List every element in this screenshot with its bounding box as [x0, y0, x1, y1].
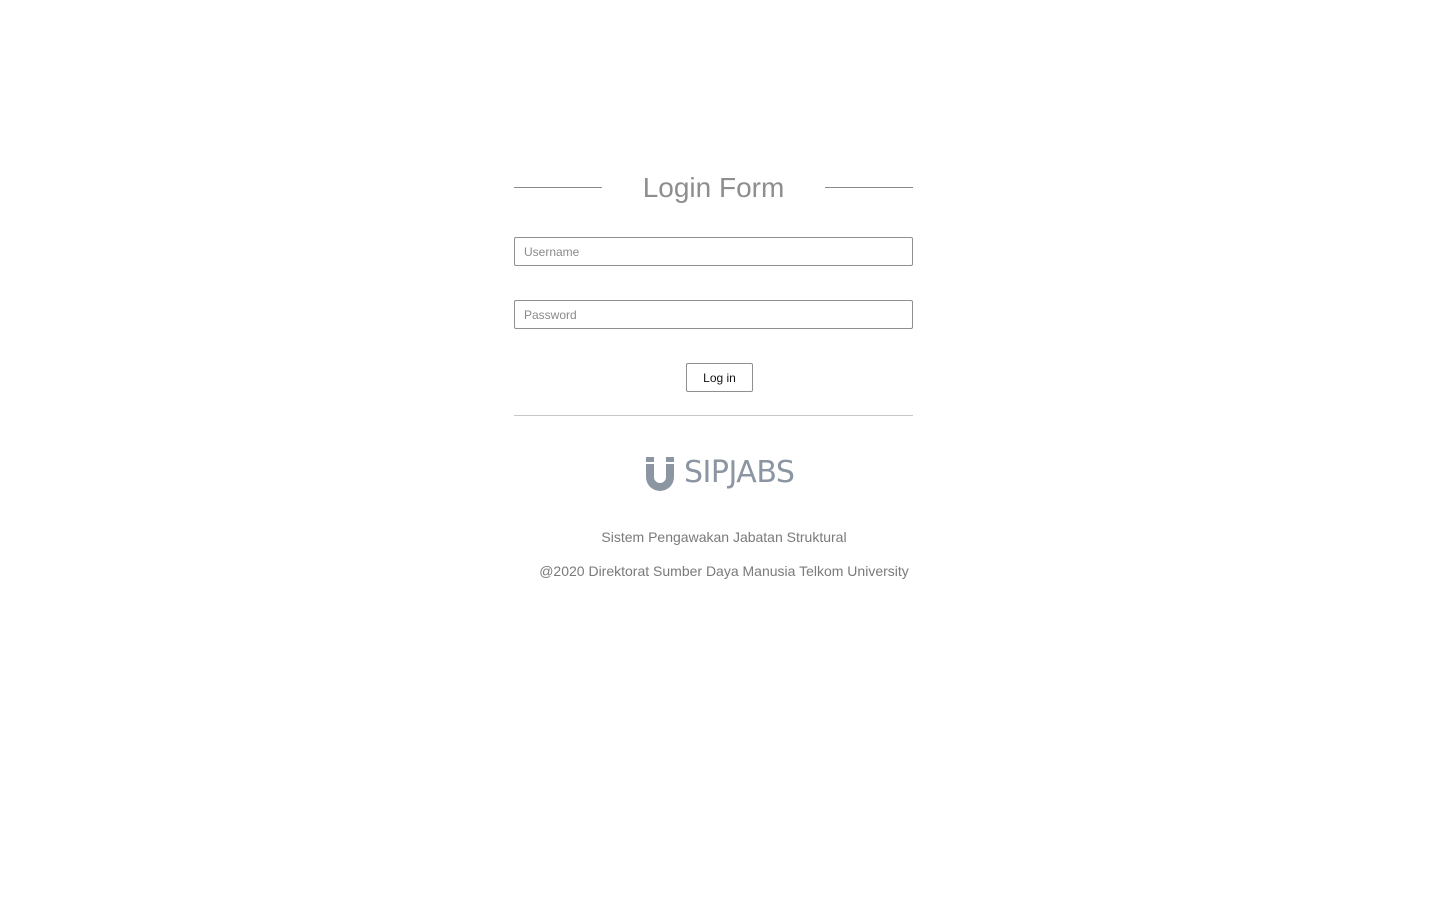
logo-text: SIPJABS	[684, 455, 795, 490]
copyright-text: @2020 Direktorat Sumber Daya Manusia Tel…	[539, 563, 909, 579]
login-page: Login Form Log in SIPJABS Sistem Pengawa…	[0, 0, 1440, 900]
title-divider-right	[825, 187, 913, 188]
login-button[interactable]: Log in	[686, 363, 753, 392]
page-title: Login Form	[642, 172, 785, 203]
password-input[interactable]	[514, 300, 913, 329]
form-divider	[514, 415, 913, 416]
title-divider-left	[514, 187, 602, 188]
system-name: Sistem Pengawakan Jabatan Struktural	[601, 529, 847, 545]
username-input[interactable]	[514, 237, 913, 266]
sipjabs-logo: SIPJABS	[645, 455, 795, 491]
telkom-u-logo-icon	[646, 457, 674, 491]
login-header: Login Form	[514, 168, 913, 208]
